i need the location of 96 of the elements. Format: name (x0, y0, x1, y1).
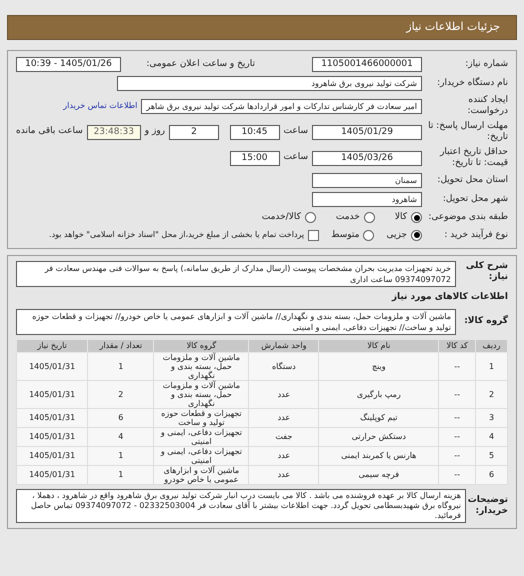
column-header: ردیف (476, 339, 508, 352)
table-cell: 4 (476, 427, 508, 446)
table-cell: 1 (88, 446, 154, 465)
checkbox[interactable] (308, 230, 320, 241)
table-cell: 6 (476, 465, 508, 484)
column-header: کد کالا (438, 339, 476, 352)
need-number-field: 1105001466000001 (312, 57, 422, 72)
column-header: تعداد / مقدار (88, 339, 154, 352)
field-label: ساعت (284, 151, 308, 164)
table-cell: 1405/01/31 (16, 427, 88, 446)
section-heading: اطلاعات کالاهای مورد نیاز (390, 291, 508, 304)
table-cell: 1405/01/31 (16, 380, 88, 408)
table-cell: 1 (476, 352, 508, 380)
radio-label: خدمت (336, 211, 360, 224)
table-cell: تجهیزات دفاعی، ایمنی و امنیتی (154, 446, 249, 465)
validity-date-field: 1405/03/26 (312, 150, 422, 166)
table-cell: جفت (248, 427, 319, 446)
radio-label: متوسط (331, 228, 360, 242)
table-cell: وینچ (318, 352, 439, 380)
table-cell: -- (438, 465, 476, 484)
table-cell: تجهیزات و قطعات حوزه تولید و ساخت (154, 408, 249, 427)
radio-label: جزیی (386, 228, 407, 242)
field-label: توضیحات خریدار: (470, 494, 508, 516)
table-cell: -- (438, 408, 476, 427)
description-box: خرید تجهیزات مدیریت بحران مشخصات پیوست (ارسال مدارک از طریق سامانه،) پاسخ به سوالات فنی مهندس سعادت فر 09374097072 ساعت اداری (16, 261, 456, 287)
field-label: نام دستگاه خریدار: (436, 78, 508, 89)
field-label: ساعت (284, 125, 308, 138)
column-header: تاریخ نیاز (16, 339, 88, 352)
field-label: تاریخ و ساعت اعلان عمومی: (145, 59, 255, 70)
table-cell: 5 (476, 446, 508, 465)
field-label: گروه کالا: (463, 314, 508, 328)
field-label: طبقه بندی موضوعی: (427, 212, 508, 224)
checkbox-label: پرداخت تمام یا بخشی از مبلغ خرید،از محل "اسناد خزانه اسلامی" خواهد بود. (49, 229, 304, 242)
table-cell: تجهیزات دفاعی، ایمنی و امنیتی (154, 427, 249, 446)
radio-label: کالا (394, 211, 407, 224)
table-cell: فرچه سیمی (318, 465, 439, 484)
table-cell: 1405/01/31 (16, 352, 88, 380)
table-cell: رمپ بارگیری (318, 380, 439, 408)
announce-date-field: 1405/01/26 - 10:39 (16, 57, 121, 72)
table-cell: ماشین آلات و ملزومات حمل، بسته بندی و نگهداری (154, 380, 249, 408)
field-label: روز و (144, 125, 166, 138)
table-cell: 1405/01/31 (16, 465, 88, 484)
table-cell: 1 (88, 352, 154, 380)
days-field: 2 (169, 124, 220, 140)
remaining-time-field: 23:48:33 (86, 124, 141, 140)
column-header: گروه کالا (154, 339, 249, 352)
column-header: واحد شمارش (248, 339, 319, 352)
goods-group-box: ماشین آلات و ملزومات حمل، بسته بندی و نگهداری// ماشین آلات و ابزارهای عمومی یا خاص خودرو// تجهیزات و قطعات حوزه تولید و ساخت// تجهیزات دفاعی، ایمنی و امنیتی (16, 308, 456, 334)
table-cell: تیم کوپلینگ (318, 408, 439, 427)
field-label: استان محل تحویل: (436, 175, 508, 186)
radio-button[interactable] (363, 230, 374, 241)
table-cell: 4 (88, 427, 154, 446)
table-cell: 6 (88, 408, 154, 427)
field-label: ساعت باقی مانده (16, 125, 83, 138)
table-cell: 2 (88, 380, 154, 408)
table-cell: عدد (248, 408, 319, 427)
table-cell: عدد (248, 446, 319, 465)
validity-time-field: 15:00 (230, 150, 280, 166)
table-cell: عدد (248, 380, 319, 408)
radio-button[interactable] (304, 212, 316, 224)
province-field: سمنان (312, 173, 422, 188)
table-cell: -- (438, 427, 476, 446)
table-cell: -- (438, 446, 476, 465)
field-label: شماره نیاز: (464, 59, 508, 70)
field-label: ایجاد کننده درخواست: (466, 95, 508, 117)
buyer-field: شرکت تولید نیروی برق شاهرود (117, 76, 422, 91)
field-label: شرح کلی نیاز: (464, 261, 508, 283)
radio-label: کالا/خدمت (262, 211, 301, 224)
deadline-time-field: 10:45 (230, 124, 280, 140)
table-cell: -- (438, 352, 476, 380)
table-cell: دستگاه (248, 352, 319, 380)
table-cell: -- (438, 380, 476, 408)
notes-box: هزینه ارسال کالا بر عهده فروشنده می باشد . کالا می بایست درب انبار شرکت تولید نیروی برق شاهرود واقع در شاهرود ، دهملا ، نیروگاه برق شهیدبسطامی تحویل گردد. جهت اطلاعات بیشتر با آقای سعادت فر 02332503004 - 09374097072 تماس حاصل فرمائید. (16, 488, 466, 522)
table-cell: هارنس یا کمربند ایمنی (318, 446, 439, 465)
field-label: مهلت ارسال پاسخ: تا تاریخ: (427, 121, 508, 143)
field-label: حداقل تاریخ اعتبار قیمت: تا تاریخ: (438, 147, 508, 169)
column-header: نام کالا (318, 339, 439, 352)
radio-button[interactable] (411, 212, 422, 224)
field-label: شهر محل تحویل: (442, 194, 508, 205)
table-cell: 1405/01/31 (16, 446, 88, 465)
page-title: جزئیات اطلاعات نیاز (406, 19, 500, 36)
table-cell: ماشین آلات و ملزومات حمل، بسته بندی و نگهداری (154, 352, 249, 380)
deadline-date-field: 1405/01/29 (312, 124, 422, 140)
table-cell: 1 (88, 465, 154, 484)
table-cell: 3 (476, 408, 508, 427)
city-field: شاهرود (312, 192, 422, 207)
radio-button[interactable] (364, 212, 375, 224)
table-cell: عدد (248, 465, 319, 484)
table-cell: 1405/01/31 (16, 408, 88, 427)
requester-field: امیر سعادت فر کارشناس تدارکات و امور قراردادها شرکت تولید نیروی برق شاهر (141, 98, 422, 114)
table-cell: ماشین آلات و ابزارهای عمومی یا خاص خودرو (154, 465, 249, 484)
table-cell: دستکش حرارتی (318, 427, 439, 446)
field-label: نوع فرآیند خرید : (443, 230, 508, 241)
buyer-contact-link[interactable]: اطلاعات تماس خریدار (63, 100, 138, 112)
radio-button[interactable] (411, 230, 422, 241)
table-cell: 2 (476, 380, 508, 408)
